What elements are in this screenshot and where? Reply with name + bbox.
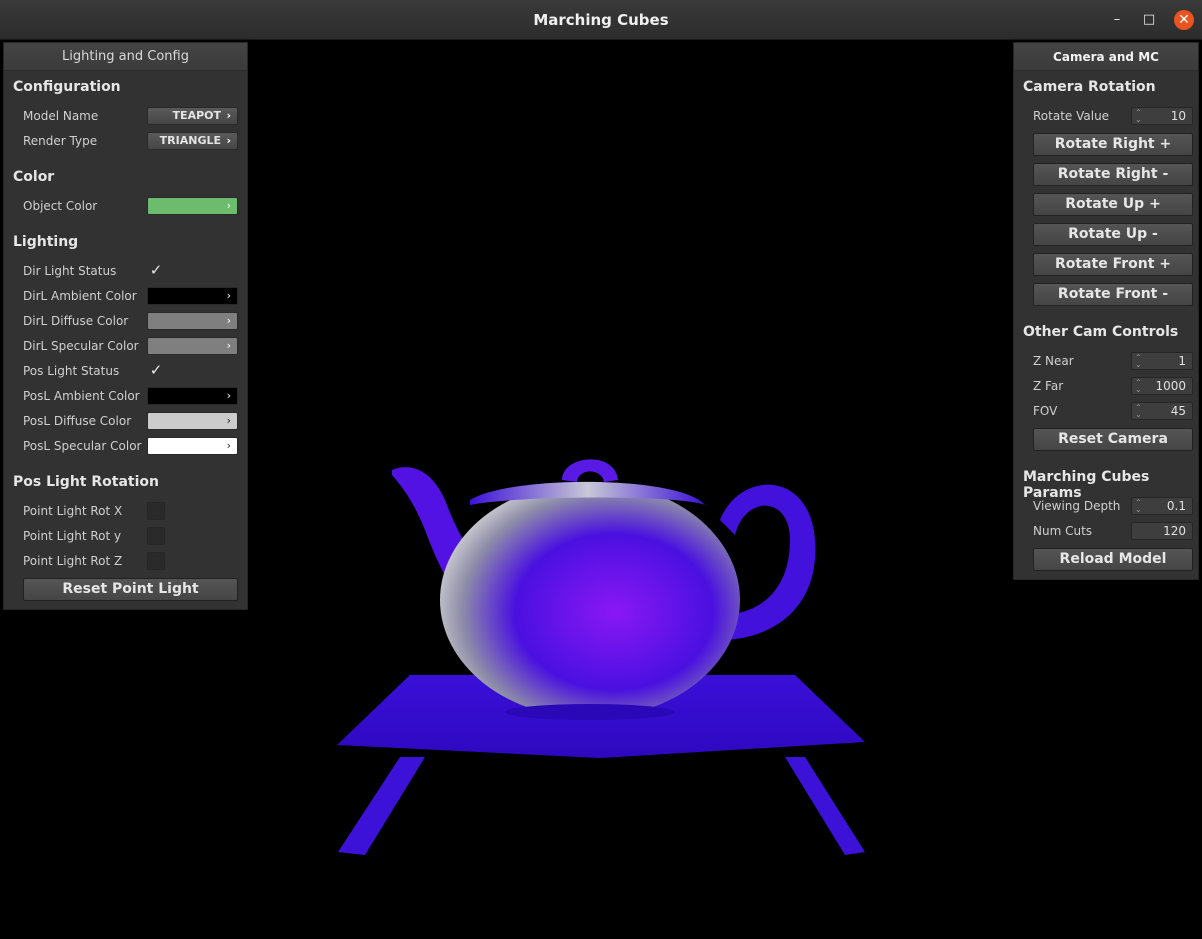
- dirl-ambient-label: DirL Ambient Color: [23, 289, 137, 303]
- object-color-label: Object Color: [23, 199, 98, 213]
- fov-input[interactable]: ⌃ ⌄ 45: [1131, 402, 1193, 420]
- chevron-right-icon: ›: [226, 439, 231, 452]
- viewing-depth-label: Viewing Depth: [1033, 499, 1121, 513]
- dirl-diffuse-swatch[interactable]: ›: [147, 312, 238, 330]
- chevron-right-icon: ›: [226, 289, 231, 302]
- dirl-diffuse-label: DirL Diffuse Color: [23, 314, 129, 328]
- rotate-front-plus-button[interactable]: Rotate Front +: [1033, 253, 1193, 276]
- spinner-icon[interactable]: ⌃ ⌄: [1135, 379, 1142, 394]
- chevron-right-icon: ›: [226, 134, 231, 147]
- window-title: Marching Cubes: [533, 11, 669, 29]
- point-light-rot-z-label: Point Light Rot Z: [23, 554, 123, 568]
- rotate-value: 10: [1170, 109, 1186, 123]
- dir-light-status-checkbox[interactable]: ✓: [147, 262, 165, 280]
- point-light-rot-z-checkbox[interactable]: [147, 552, 165, 570]
- model-name-label: Model Name: [23, 109, 99, 123]
- lighting-heading: Lighting: [13, 234, 79, 250]
- point-light-rot-y-checkbox[interactable]: [147, 527, 165, 545]
- camera-rotation-heading: Camera Rotation: [1023, 79, 1156, 95]
- minimize-icon[interactable]: –: [1108, 11, 1126, 29]
- maximize-icon[interactable]: □: [1140, 11, 1158, 29]
- dirl-ambient-swatch[interactable]: ›: [147, 287, 238, 305]
- pos-light-rotation-heading: Pos Light Rotation: [13, 474, 159, 490]
- model-name-popup[interactable]: TEAPOT ›: [147, 107, 238, 125]
- spinner-icon[interactable]: ⌃ ⌄: [1135, 404, 1142, 419]
- z-near-input[interactable]: ⌃ ⌄ 1: [1131, 352, 1193, 370]
- rotate-front-minus-button[interactable]: Rotate Front -: [1033, 283, 1193, 306]
- dir-light-status-label: Dir Light Status: [23, 264, 117, 278]
- viewing-depth-value: 0.1: [1166, 499, 1186, 513]
- num-cuts-input[interactable]: 120: [1131, 522, 1193, 540]
- z-far-value: 1000: [1155, 379, 1186, 393]
- camera-mc-panel: Camera and MC Camera Rotation Rotate Val…: [1013, 42, 1199, 580]
- reset-point-light-button[interactable]: Reset Point Light: [23, 578, 238, 601]
- dirl-specular-swatch[interactable]: ›: [147, 337, 238, 355]
- pos-light-status-checkbox[interactable]: ✓: [147, 362, 165, 380]
- spinner-icon[interactable]: ⌃ ⌄: [1135, 499, 1142, 514]
- posl-ambient-swatch[interactable]: ›: [147, 387, 238, 405]
- chevron-right-icon: ›: [226, 314, 231, 327]
- num-cuts-value: 120: [1163, 524, 1186, 538]
- rotate-value-label: Rotate Value: [1033, 109, 1110, 123]
- chevron-right-icon: ›: [226, 414, 231, 427]
- reload-model-button[interactable]: Reload Model: [1033, 548, 1193, 571]
- chevron-right-icon: ›: [226, 199, 231, 212]
- render-type-value: TRIANGLE: [159, 134, 221, 147]
- chevron-right-icon: ›: [226, 109, 231, 122]
- lighting-config-panel: Lighting and Config Configuration Model …: [3, 42, 248, 610]
- rotate-right-minus-button[interactable]: Rotate Right -: [1033, 163, 1193, 186]
- point-light-rot-y-label: Point Light Rot y: [23, 529, 122, 543]
- configuration-heading: Configuration: [13, 79, 121, 95]
- panel-title[interactable]: Lighting and Config: [4, 43, 247, 71]
- num-cuts-label: Num Cuts: [1033, 524, 1093, 538]
- z-near-label: Z Near: [1033, 354, 1074, 368]
- posl-specular-label: PosL Specular Color: [23, 439, 142, 453]
- posl-specular-swatch[interactable]: ›: [147, 437, 238, 455]
- fov-label: FOV: [1033, 404, 1058, 418]
- posl-diffuse-swatch[interactable]: ›: [147, 412, 238, 430]
- point-light-rot-x-label: Point Light Rot X: [23, 504, 123, 518]
- chevron-right-icon: ›: [226, 339, 231, 352]
- close-icon[interactable]: ✕: [1174, 10, 1194, 30]
- rotate-up-plus-button[interactable]: Rotate Up +: [1033, 193, 1193, 216]
- panel-title[interactable]: Camera and MC: [1014, 43, 1198, 71]
- render-type-label: Render Type: [23, 134, 98, 148]
- pos-light-status-label: Pos Light Status: [23, 364, 120, 378]
- spinner-icon[interactable]: ⌃ ⌄: [1135, 109, 1142, 124]
- reset-camera-button[interactable]: Reset Camera: [1033, 428, 1193, 451]
- z-near-value: 1: [1178, 354, 1186, 368]
- color-heading: Color: [13, 169, 55, 185]
- viewing-depth-input[interactable]: ⌃ ⌄ 0.1: [1131, 497, 1193, 515]
- window-title-bar: Marching Cubes – □ ✕: [0, 0, 1202, 40]
- model-name-value: TEAPOT: [172, 109, 221, 122]
- fov-value: 45: [1170, 404, 1186, 418]
- z-far-label: Z Far: [1033, 379, 1064, 393]
- object-color-swatch[interactable]: ›: [147, 197, 238, 215]
- posl-diffuse-label: PosL Diffuse Color: [23, 414, 132, 428]
- posl-ambient-label: PosL Ambient Color: [23, 389, 140, 403]
- dirl-specular-label: DirL Specular Color: [23, 339, 139, 353]
- z-far-input[interactable]: ⌃ ⌄ 1000: [1131, 377, 1193, 395]
- rotate-up-minus-button[interactable]: Rotate Up -: [1033, 223, 1193, 246]
- spinner-icon[interactable]: ⌃ ⌄: [1135, 354, 1142, 369]
- point-light-rot-x-checkbox[interactable]: [147, 502, 165, 520]
- rotate-right-plus-button[interactable]: Rotate Right +: [1033, 133, 1193, 156]
- chevron-right-icon: ›: [226, 389, 231, 402]
- render-type-popup[interactable]: TRIANGLE ›: [147, 132, 238, 150]
- rotate-value-input[interactable]: ⌃ ⌄ 10: [1131, 107, 1193, 125]
- other-cam-controls-heading: Other Cam Controls: [1023, 324, 1179, 340]
